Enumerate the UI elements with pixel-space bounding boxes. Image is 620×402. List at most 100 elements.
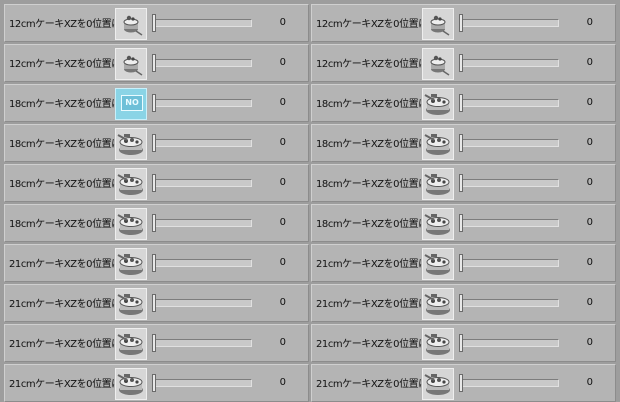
morph-row-left: 18cmケーキXZを0位置に 0 [4,164,309,202]
cake-icon[interactable] [422,208,454,240]
morph-slider-track[interactable] [152,59,252,67]
morph-slider-track[interactable] [459,99,559,107]
morph-slider-track[interactable] [459,259,559,267]
morph-row-right: 21cmケーキXZを0位置に 0 [311,324,616,362]
cake-icon[interactable] [115,368,147,400]
cake-icon[interactable] [115,328,147,360]
cake-icon[interactable] [115,208,147,240]
cake-icon[interactable] [422,288,454,320]
morph-slider-handle[interactable] [152,134,156,152]
cake-icon[interactable] [422,128,454,160]
small-cake-icon[interactable] [422,8,454,40]
morph-slider-handle[interactable] [459,214,463,232]
morph-row-left: 18cmケーキXZを0位置に NO 0 [4,84,309,122]
morph-label: 18cmケーキXZを0位置に [9,179,121,190]
morph-row-right: 12cmケーキXZを0位置に 0 [311,4,616,42]
small-cake-icon[interactable] [115,48,147,80]
morph-slider-track[interactable] [152,139,252,147]
morph-value: 0 [586,297,593,308]
morph-value: 0 [586,217,593,228]
morph-row-left: 18cmケーキXZを0位置に 0 [4,124,309,162]
morph-row-left: 12cmケーキXZを0位置に 0 [4,4,309,42]
morph-label: 21cmケーキXZを0位置に [316,259,428,270]
morph-label: 21cmケーキXZを0位置に [316,379,428,390]
morph-row-right: 18cmケーキXZを0位置に 0 [311,124,616,162]
morph-slider-track[interactable] [459,19,559,27]
morph-row-left: 21cmケーキXZを0位置に 0 [4,324,309,362]
morph-slider-handle[interactable] [459,294,463,312]
morph-slider-handle[interactable] [152,374,156,392]
morph-slider-handle[interactable] [152,54,156,72]
cake-icon[interactable] [115,128,147,160]
cake-icon[interactable] [115,168,147,200]
morph-slider-track[interactable] [152,259,252,267]
morph-slider-track[interactable] [459,139,559,147]
no-image-label: NO [121,95,143,111]
morph-label: 18cmケーキXZを0位置に [316,179,428,190]
morph-label: 12cmケーキXZを0位置に [9,19,121,30]
morph-value: 0 [586,57,593,68]
morph-slider-track[interactable] [459,59,559,67]
morph-slider-handle[interactable] [459,54,463,72]
morph-slider-track[interactable] [152,299,252,307]
cake-icon[interactable] [422,368,454,400]
morph-slider-handle[interactable] [459,174,463,192]
morph-label: 21cmケーキXZを0位置に [9,299,121,310]
morph-slider-handle[interactable] [459,334,463,352]
morph-slider-track[interactable] [152,219,252,227]
morph-row-right: 18cmケーキXZを0位置に 0 [311,84,616,122]
morph-value: 0 [279,377,286,388]
morph-row-left: 18cmケーキXZを0位置に 0 [4,204,309,242]
morph-slider-handle[interactable] [459,134,463,152]
morph-row-right: 18cmケーキXZを0位置に 0 [311,204,616,242]
morph-slider-handle[interactable] [152,294,156,312]
morph-value: 0 [586,257,593,268]
morph-slider-track[interactable] [152,99,252,107]
morph-value: 0 [279,337,286,348]
morph-slider-handle[interactable] [152,254,156,272]
morph-slider-track[interactable] [459,299,559,307]
morph-row-left: 21cmケーキXZを0位置に 0 [4,244,309,282]
morph-value: 0 [279,297,286,308]
morph-slider-track[interactable] [459,219,559,227]
morph-slider-handle[interactable] [152,334,156,352]
morph-slider-track[interactable] [459,339,559,347]
morph-label: 12cmケーキXZを0位置に [9,59,121,70]
cake-icon[interactable] [422,248,454,280]
morph-slider-handle[interactable] [152,14,156,32]
morph-slider-handle[interactable] [152,94,156,112]
morph-value: 0 [586,377,593,388]
cake-icon[interactable] [422,168,454,200]
morph-value: 0 [586,97,593,108]
morph-label: 12cmケーキXZを0位置に [316,19,428,30]
morph-row-right: 21cmケーキXZを0位置に 0 [311,364,616,402]
cake-icon[interactable] [422,88,454,120]
morph-slider-handle[interactable] [459,374,463,392]
morph-slider-track[interactable] [152,379,252,387]
morph-slider-track[interactable] [152,179,252,187]
small-cake-icon[interactable] [115,8,147,40]
morph-label: 21cmケーキXZを0位置に [9,339,121,350]
morph-label: 21cmケーキXZを0位置に [9,259,121,270]
morph-slider-track[interactable] [459,179,559,187]
morph-label: 18cmケーキXZを0位置に [316,139,428,150]
cake-icon[interactable] [422,328,454,360]
morph-slider-handle[interactable] [459,14,463,32]
morph-value: 0 [279,57,286,68]
cake-icon[interactable] [115,288,147,320]
morph-slider-handle[interactable] [459,254,463,272]
small-cake-icon[interactable] [422,48,454,80]
no-image-icon[interactable]: NO [115,88,147,120]
morph-label: 21cmケーキXZを0位置に [316,299,428,310]
morph-value: 0 [279,177,286,188]
morph-slider-handle[interactable] [152,174,156,192]
morph-slider-track[interactable] [459,379,559,387]
morph-slider-handle[interactable] [152,214,156,232]
morph-slider-handle[interactable] [459,94,463,112]
morph-label: 21cmケーキXZを0位置に [9,379,121,390]
cake-icon[interactable] [115,248,147,280]
morph-label: 18cmケーキXZを0位置に [316,219,428,230]
morph-label: 18cmケーキXZを0位置に [9,139,121,150]
morph-slider-track[interactable] [152,19,252,27]
morph-slider-track[interactable] [152,339,252,347]
